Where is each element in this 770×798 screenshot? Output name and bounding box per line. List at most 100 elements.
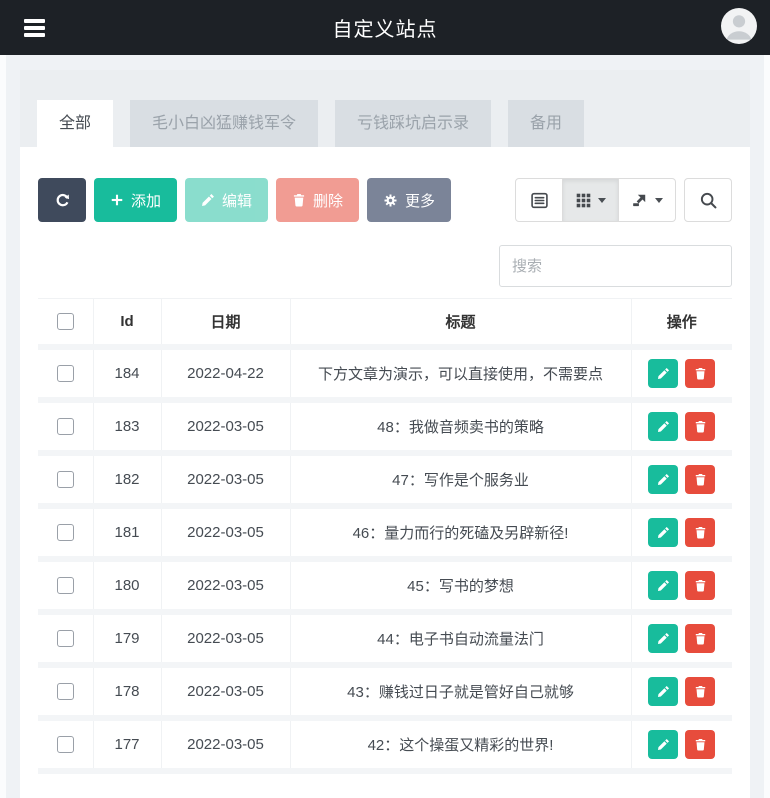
pencil-icon	[657, 473, 669, 485]
row-delete-button[interactable]	[685, 358, 716, 388]
row-date: 2022-03-05	[161, 664, 291, 721]
pencil-icon	[657, 579, 669, 591]
table-row: 184 2022-04-22 下方文章为演示，可以直接使用，不需要点	[38, 346, 732, 403]
row-delete-button[interactable]	[685, 517, 716, 547]
add-button-label: 添加	[131, 192, 162, 210]
refresh-button[interactable]	[38, 178, 86, 222]
delete-button[interactable]: 删除	[276, 178, 360, 222]
search-row	[38, 245, 732, 287]
data-table: Id 日期 标题 操作 184 2022-04-22 下方文章为演示，可以直接使…	[38, 298, 732, 774]
tab-category-1[interactable]: 毛小白凶猛赚钱军令	[130, 100, 319, 147]
chevron-down-icon	[655, 197, 663, 203]
row-id: 181	[93, 505, 162, 562]
row-title: 43：赚钱过日子就是管好自己就够	[290, 664, 632, 721]
row-checkbox[interactable]	[56, 682, 74, 700]
columns-dropdown-button[interactable]	[563, 178, 619, 222]
row-title: 47：写作是个服务业	[290, 452, 632, 509]
plus-icon	[111, 194, 123, 206]
column-header-date: 日期	[161, 298, 291, 350]
table-row: 178 2022-03-05 43：赚钱过日子就是管好自己就够	[38, 664, 732, 721]
chevron-down-icon	[598, 197, 606, 203]
row-checkbox[interactable]	[56, 470, 74, 488]
tab-backup[interactable]: 备用	[508, 100, 585, 147]
hamburger-icon	[23, 19, 45, 37]
pencil-icon	[657, 526, 669, 538]
row-edit-button[interactable]	[648, 358, 679, 388]
row-checkbox[interactable]	[56, 417, 74, 435]
row-delete-button[interactable]	[685, 464, 716, 494]
row-date: 2022-03-05	[161, 505, 291, 562]
edit-button[interactable]: 编辑	[185, 178, 269, 222]
tab-all[interactable]: 全部	[37, 100, 114, 147]
row-checkbox[interactable]	[56, 735, 74, 753]
row-edit-button[interactable]	[648, 517, 679, 547]
export-dropdown-button[interactable]	[619, 178, 676, 222]
row-checkbox[interactable]	[56, 364, 74, 382]
trash-icon	[695, 420, 705, 433]
table-row: 179 2022-03-05 44：电子书自动流量法门	[38, 611, 732, 668]
row-id: 184	[93, 346, 162, 403]
more-button[interactable]: 更多	[367, 178, 452, 222]
trash-icon	[695, 367, 705, 380]
row-checkbox[interactable]	[56, 629, 74, 647]
row-title: 44：电子书自动流量法门	[290, 611, 632, 668]
toolbar-right	[515, 178, 732, 222]
pencil-icon	[657, 632, 669, 644]
row-edit-button[interactable]	[648, 411, 679, 441]
row-delete-button[interactable]	[685, 729, 716, 759]
export-icon	[633, 194, 646, 207]
row-title: 45：写书的梦想	[290, 558, 632, 615]
search-input[interactable]	[499, 245, 732, 287]
row-edit-button[interactable]	[648, 623, 679, 653]
row-id: 180	[93, 558, 162, 615]
row-delete-button[interactable]	[685, 676, 716, 706]
row-delete-button[interactable]	[685, 570, 716, 600]
row-id: 179	[93, 611, 162, 668]
row-checkbox[interactable]	[56, 576, 74, 594]
row-id: 178	[93, 664, 162, 721]
row-title: 46：量力而行的死磕及另辟新径!	[290, 505, 632, 562]
row-edit-button[interactable]	[648, 729, 679, 759]
row-checkbox[interactable]	[56, 523, 74, 541]
row-date: 2022-04-22	[161, 346, 291, 403]
toolbar: 添加 编辑 删除 更多	[38, 178, 732, 222]
add-button[interactable]: 添加	[94, 178, 178, 222]
row-delete-button[interactable]	[685, 411, 716, 441]
column-header-id: Id	[93, 298, 162, 350]
row-id: 183	[93, 399, 162, 456]
trash-icon	[695, 526, 705, 539]
table-row: 183 2022-03-05 48：我做音频卖书的策略	[38, 399, 732, 456]
edit-button-label: 编辑	[222, 192, 253, 210]
table-row: 182 2022-03-05 47：写作是个服务业	[38, 452, 732, 509]
trash-icon	[293, 194, 305, 207]
tab-bar: 全部 毛小白凶猛赚钱军令 亏钱踩坑启示录 备用	[20, 70, 750, 147]
delete-button-label: 删除	[313, 192, 344, 210]
card-view-icon	[530, 192, 548, 208]
trash-icon	[695, 685, 705, 698]
user-avatar[interactable]	[721, 8, 757, 44]
table-header-row: Id 日期 标题 操作	[38, 298, 732, 350]
row-id: 182	[93, 452, 162, 509]
search-toggle-button[interactable]	[684, 178, 732, 222]
panel-body: 添加 编辑 删除 更多 搜索 Id 日期 标题 操作 184 2022-04-2…	[20, 147, 750, 798]
row-edit-button[interactable]	[648, 570, 679, 600]
trash-icon	[695, 473, 705, 486]
tab-category-2[interactable]: 亏钱踩坑启示录	[335, 100, 492, 147]
row-edit-button[interactable]	[648, 464, 679, 494]
search-icon	[700, 192, 716, 208]
menu-toggle-button[interactable]	[14, 10, 54, 46]
row-date: 2022-03-05	[161, 717, 291, 774]
row-title: 42：这个操蛋又精彩的世界!	[290, 717, 632, 774]
row-edit-button[interactable]	[648, 676, 679, 706]
user-avatar-icon	[726, 15, 752, 40]
refresh-icon	[56, 193, 69, 206]
column-header-actions: 操作	[631, 298, 732, 350]
select-all-checkbox[interactable]	[56, 313, 74, 331]
pencil-icon	[202, 194, 214, 206]
row-title: 下方文章为演示，可以直接使用，不需要点	[290, 346, 632, 403]
table-row: 181 2022-03-05 46：量力而行的死磕及另辟新径!	[38, 505, 732, 562]
row-date: 2022-03-05	[161, 399, 291, 456]
card-view-button[interactable]	[515, 178, 563, 222]
row-delete-button[interactable]	[685, 623, 716, 653]
content-area: 全部 毛小白凶猛赚钱军令 亏钱踩坑启示录 备用 添加 编辑 删除 更多 搜索 I…	[6, 55, 764, 798]
